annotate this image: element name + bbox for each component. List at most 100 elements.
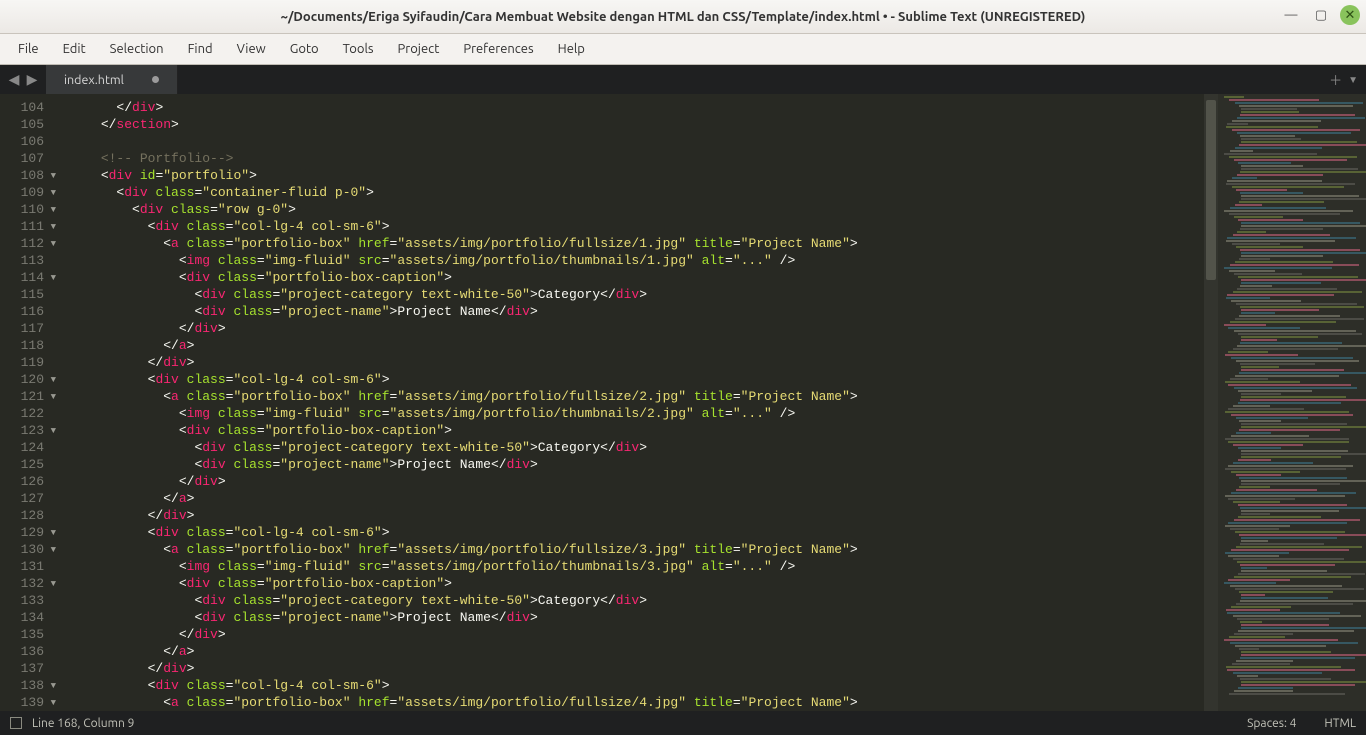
code-line[interactable]: <img class="img-fluid" src="assets/img/p… [54, 558, 1366, 575]
code-line[interactable]: <a class="portfolio-box" href="assets/im… [54, 388, 1366, 405]
line-number[interactable]: 106 [0, 133, 54, 150]
code-line[interactable]: <div class="row g-0"> [54, 201, 1366, 218]
minimap[interactable] [1218, 94, 1366, 711]
code-line[interactable]: </div> [54, 507, 1366, 524]
line-number[interactable]: 124 [0, 439, 54, 456]
line-number[interactable]: 123▼ [0, 422, 54, 439]
line-number[interactable]: 126 [0, 473, 54, 490]
line-number[interactable]: 133 [0, 592, 54, 609]
menu-preferences[interactable]: Preferences [451, 36, 545, 62]
line-number[interactable]: 130▼ [0, 541, 54, 558]
line-number[interactable]: 112▼ [0, 235, 54, 252]
code-line[interactable]: </section> [54, 116, 1366, 133]
code-line[interactable]: <div class="project-category text-white-… [54, 439, 1366, 456]
line-number[interactable]: 108▼ [0, 167, 54, 184]
code-line[interactable]: </div> [54, 99, 1366, 116]
code-line[interactable]: </div> [54, 473, 1366, 490]
code-line[interactable]: </div> [54, 320, 1366, 337]
new-tab-button[interactable]: ＋ [1329, 70, 1342, 89]
menu-goto[interactable]: Goto [278, 36, 331, 62]
status-spaces[interactable]: Spaces: 4 [1247, 717, 1296, 730]
code-line[interactable]: </a> [54, 490, 1366, 507]
maximize-button[interactable]: ▢ [1310, 4, 1332, 26]
line-number[interactable]: 109▼ [0, 184, 54, 201]
line-number[interactable]: 105 [0, 116, 54, 133]
line-number[interactable]: 135 [0, 626, 54, 643]
code-line[interactable]: <img class="img-fluid" src="assets/img/p… [54, 405, 1366, 422]
panel-toggle-icon[interactable] [10, 717, 22, 729]
line-number[interactable]: 128 [0, 507, 54, 524]
line-number[interactable]: 121▼ [0, 388, 54, 405]
code-line[interactable]: </a> [54, 337, 1366, 354]
tab-dropdown-icon[interactable]: ▼ [1348, 74, 1358, 86]
line-number[interactable]: 139▼ [0, 694, 54, 711]
line-number[interactable]: 111▼ [0, 218, 54, 235]
line-number[interactable]: 132▼ [0, 575, 54, 592]
line-number[interactable]: 138▼ [0, 677, 54, 694]
code-line[interactable]: <div class="portfolio-box-caption"> [54, 422, 1366, 439]
code-line[interactable]: <div class="col-lg-4 col-sm-6"> [54, 218, 1366, 235]
minimize-button[interactable]: — [1280, 4, 1302, 26]
line-number[interactable]: 113 [0, 252, 54, 269]
line-number[interactable]: 129▼ [0, 524, 54, 541]
menu-view[interactable]: View [225, 36, 278, 62]
scrollbar-thumb[interactable] [1206, 100, 1216, 280]
line-number-gutter[interactable]: 104105106107108▼109▼110▼111▼112▼113114▼1… [0, 94, 54, 711]
code-line[interactable]: <div class="col-lg-4 col-sm-6"> [54, 524, 1366, 541]
menu-help[interactable]: Help [546, 36, 597, 62]
code-line[interactable]: <div class="col-lg-4 col-sm-6"> [54, 677, 1366, 694]
vertical-scrollbar[interactable] [1204, 94, 1218, 711]
code-line[interactable]: <a class="portfolio-box" href="assets/im… [54, 541, 1366, 558]
line-number[interactable]: 110▼ [0, 201, 54, 218]
menu-tools[interactable]: Tools [331, 36, 386, 62]
line-number[interactable]: 136 [0, 643, 54, 660]
line-number[interactable]: 107 [0, 150, 54, 167]
line-number[interactable]: 116 [0, 303, 54, 320]
code-line[interactable]: </div> [54, 626, 1366, 643]
line-number[interactable]: 117 [0, 320, 54, 337]
menu-edit[interactable]: Edit [51, 36, 98, 62]
code-line[interactable]: <div class="col-lg-4 col-sm-6"> [54, 371, 1366, 388]
line-number[interactable]: 127 [0, 490, 54, 507]
line-number[interactable]: 118 [0, 337, 54, 354]
code-line[interactable]: <div class="project-name">Project Name</… [54, 303, 1366, 320]
code-editor[interactable]: </div> </section> <!-- Portfolio--> <div… [54, 94, 1366, 711]
code-line[interactable]: <img class="img-fluid" src="assets/img/p… [54, 252, 1366, 269]
close-button[interactable]: ✕ [1340, 5, 1360, 25]
code-line[interactable]: <div class="project-category text-white-… [54, 592, 1366, 609]
code-line[interactable]: <div class="portfolio-box-caption"> [54, 575, 1366, 592]
line-number[interactable]: 104 [0, 99, 54, 116]
code-line[interactable]: <a class="portfolio-box" href="assets/im… [54, 694, 1366, 711]
code-line[interactable]: </div> [54, 354, 1366, 371]
line-number[interactable]: 115 [0, 286, 54, 303]
line-number[interactable]: 119 [0, 354, 54, 371]
code-line[interactable]: <div class="project-name">Project Name</… [54, 456, 1366, 473]
line-number[interactable]: 137 [0, 660, 54, 677]
status-language[interactable]: HTML [1324, 717, 1356, 730]
nav-forward-icon[interactable]: ▶ [24, 71, 40, 88]
menu-project[interactable]: Project [386, 36, 452, 62]
code-line[interactable]: <div id="portfolio"> [54, 167, 1366, 184]
editor-area[interactable]: 104105106107108▼109▼110▼111▼112▼113114▼1… [0, 94, 1366, 711]
status-line-col[interactable]: Line 168, Column 9 [32, 717, 134, 730]
line-number[interactable]: 131 [0, 558, 54, 575]
line-number[interactable]: 134 [0, 609, 54, 626]
nav-back-icon[interactable]: ◀ [6, 71, 22, 88]
menu-find[interactable]: Find [176, 36, 225, 62]
code-line[interactable]: </a> [54, 643, 1366, 660]
menu-file[interactable]: File [6, 36, 51, 62]
code-line[interactable]: <div class="project-category text-white-… [54, 286, 1366, 303]
code-line[interactable] [54, 133, 1366, 150]
code-line[interactable]: <a class="portfolio-box" href="assets/im… [54, 235, 1366, 252]
menu-selection[interactable]: Selection [98, 36, 176, 62]
code-line[interactable]: <!-- Portfolio--> [54, 150, 1366, 167]
code-line[interactable]: <div class="project-name">Project Name</… [54, 609, 1366, 626]
line-number[interactable]: 122 [0, 405, 54, 422]
tab-index-html[interactable]: index.html [46, 65, 178, 94]
code-line[interactable]: </div> [54, 660, 1366, 677]
code-line[interactable]: <div class="container-fluid p-0"> [54, 184, 1366, 201]
code-line[interactable]: <div class="portfolio-box-caption"> [54, 269, 1366, 286]
line-number[interactable]: 125 [0, 456, 54, 473]
line-number[interactable]: 114▼ [0, 269, 54, 286]
line-number[interactable]: 120▼ [0, 371, 54, 388]
